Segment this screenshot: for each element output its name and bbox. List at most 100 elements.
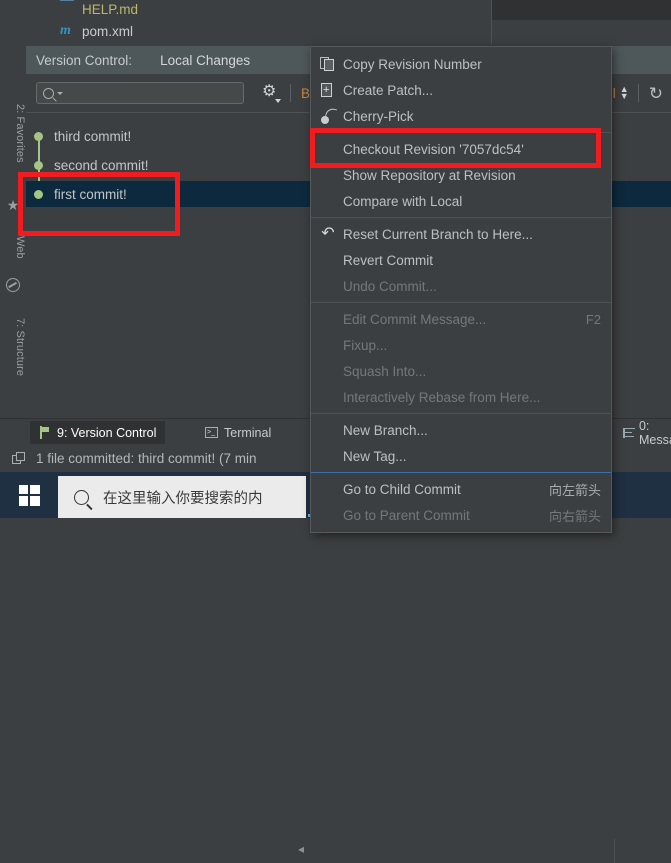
version-control-icon <box>39 426 51 439</box>
tab-label: 0: Messages <box>638 418 671 447</box>
project-files-strip: HELP.md m pom.xml <box>0 0 671 46</box>
search-input[interactable] <box>36 82 244 104</box>
menu-item-cherry-pick[interactable]: Cherry-Pick <box>311 103 611 129</box>
tab-terminal[interactable]: >_ Terminal <box>196 421 280 444</box>
menu-item-label: Copy Revision Number <box>343 56 482 72</box>
commit-message: first commit! <box>54 186 127 202</box>
no-icon <box>319 277 337 295</box>
commit-context-menu[interactable]: Copy Revision Number Create Patch... Che… <box>310 46 612 533</box>
menu-item-label: New Branch... <box>343 422 428 438</box>
search-icon <box>43 87 54 99</box>
tab-version-control[interactable]: 9: Version Control <box>30 421 166 444</box>
gear-icon: ⚙ <box>262 83 277 100</box>
no-icon <box>319 336 337 354</box>
menu-separator <box>311 413 611 414</box>
terminal-icon: >_ <box>205 427 218 438</box>
tab-label: Terminal <box>224 425 272 440</box>
taskbar-search-placeholder: 在这里输入你要搜索的内 <box>103 490 263 507</box>
menu-item-label: Create Patch... <box>343 82 434 98</box>
menu-item-copy-revision-number[interactable]: Copy Revision Number <box>311 51 611 77</box>
toolbar-divider <box>290 84 291 102</box>
menu-item-shortcut: 向左箭头 <box>548 482 601 498</box>
editor-area <box>492 20 671 45</box>
refresh-icon[interactable]: ↻ <box>649 85 663 102</box>
chevron-updown-icon[interactable]: ▲ ▼ <box>620 85 629 101</box>
markdown-file-icon <box>60 1 76 17</box>
globe-icon <box>6 278 20 292</box>
tab-label: 9: Version Control <box>57 425 157 440</box>
search-icon <box>74 489 89 505</box>
menu-item-create-patch[interactable]: Create Patch... <box>311 77 611 103</box>
cherry-icon <box>319 107 337 125</box>
settings-button[interactable]: ⚙ <box>262 83 281 103</box>
menu-item-checkout-revision[interactable]: Checkout Revision '7057dc54' <box>311 136 611 162</box>
no-icon <box>319 166 337 184</box>
collapse-arrow-icon[interactable]: ◂ <box>298 843 310 855</box>
menu-item-label: Cherry-Pick <box>343 108 414 124</box>
editor-tab-strip <box>492 0 671 21</box>
tab-local-changes[interactable]: Local Changes <box>160 53 250 68</box>
left-tool-window-strip: 2: Favorites ★ Web 7: Structure <box>0 46 27 438</box>
menu-item-new-branch[interactable]: New Branch... <box>311 417 611 443</box>
menu-separator <box>311 217 611 218</box>
menu-item-label: Go to Child Commit <box>343 481 461 497</box>
no-icon <box>319 506 337 524</box>
project-file-label: HELP.md <box>82 1 139 17</box>
menu-item-label: Edit Commit Message... <box>343 311 487 327</box>
menu-item-go-to-child-commit[interactable]: Go to Child Commit 向左箭头 <box>311 476 611 502</box>
no-icon <box>319 140 337 158</box>
menu-separator <box>311 132 611 133</box>
no-icon <box>319 447 337 465</box>
no-icon <box>319 362 337 380</box>
menu-item-shortcut: F2 <box>585 311 601 327</box>
menu-item-edit-commit-message: Edit Commit Message... F2 <box>311 306 611 332</box>
menu-item-compare-with-local[interactable]: Compare with Local <box>311 188 611 214</box>
menu-item-shortcut: 向右箭头 <box>548 508 601 524</box>
sidebar-item-favorites[interactable]: 2: Favorites <box>0 104 26 163</box>
menu-item-label: Revert Commit <box>343 252 434 268</box>
search-dropdown-caret-icon[interactable] <box>57 91 63 95</box>
taskbar-search-input[interactable]: 在这里输入你要搜索的内 <box>58 476 306 518</box>
menu-item-show-repository-at-revision[interactable]: Show Repository at Revision <box>311 162 611 188</box>
start-button[interactable] <box>0 472 58 518</box>
commit-message: third commit! <box>54 128 132 144</box>
menu-item-label: Compare with Local <box>343 193 463 209</box>
copy-window-icon <box>12 452 26 465</box>
menu-item-label: Undo Commit... <box>343 278 437 294</box>
version-control-title: Version Control: <box>36 52 133 68</box>
sidebar-item-label: Web <box>14 236 26 259</box>
sidebar-item-label: 2: Favorites <box>14 104 26 163</box>
menu-item-label: Checkout Revision '7057dc54' <box>343 141 524 157</box>
menu-item-label: New Tag... <box>343 448 407 464</box>
left-gutter-top <box>0 0 26 46</box>
menu-item-undo-commit: Undo Commit... <box>311 273 611 299</box>
sidebar-item-label: 7: Structure <box>14 318 26 377</box>
project-file-help-md[interactable]: HELP.md <box>60 0 138 18</box>
commit-graph-node <box>26 123 54 165</box>
menu-item-interactively-rebase-from-here: Interactively Rebase from Here... <box>311 384 611 410</box>
no-icon <box>319 421 337 439</box>
menu-item-new-tag[interactable]: New Tag... <box>311 443 611 469</box>
menu-item-go-to-parent-commit: Go to Parent Commit 向右箭头 <box>311 502 611 528</box>
menu-item-revert-commit[interactable]: Revert Commit <box>311 247 611 273</box>
tab-messages[interactable]: 0: Messages <box>614 418 671 447</box>
patch-icon <box>319 81 337 99</box>
bottom-bar-divider <box>614 839 615 863</box>
project-file-label: pom.xml <box>82 23 134 39</box>
ide-window: HELP.md m pom.xml 2: Favorites ★ Web 7: … <box>0 0 671 863</box>
menu-item-label: Fixup... <box>343 337 388 353</box>
toolbar-divider <box>637 84 639 102</box>
menu-item-label: Reset Current Branch to Here... <box>343 226 533 242</box>
project-file-pom-xml[interactable]: m pom.xml <box>60 22 133 40</box>
sidebar-item-structure[interactable]: 7: Structure <box>0 318 26 376</box>
sidebar-item-web[interactable]: Web <box>0 236 26 259</box>
menu-item-reset-current-branch-to-here[interactable]: ↶ Reset Current Branch to Here... <box>311 221 611 247</box>
commit-graph-node <box>26 152 54 194</box>
windows-logo-icon <box>18 484 40 506</box>
commit-graph-node <box>26 181 54 207</box>
maven-file-icon: m <box>60 23 71 38</box>
menu-item-label: Interactively Rebase from Here... <box>343 389 541 405</box>
menu-item-label: Squash Into... <box>343 363 427 379</box>
no-icon <box>319 251 337 269</box>
menu-item-label: Go to Parent Commit <box>343 507 470 523</box>
